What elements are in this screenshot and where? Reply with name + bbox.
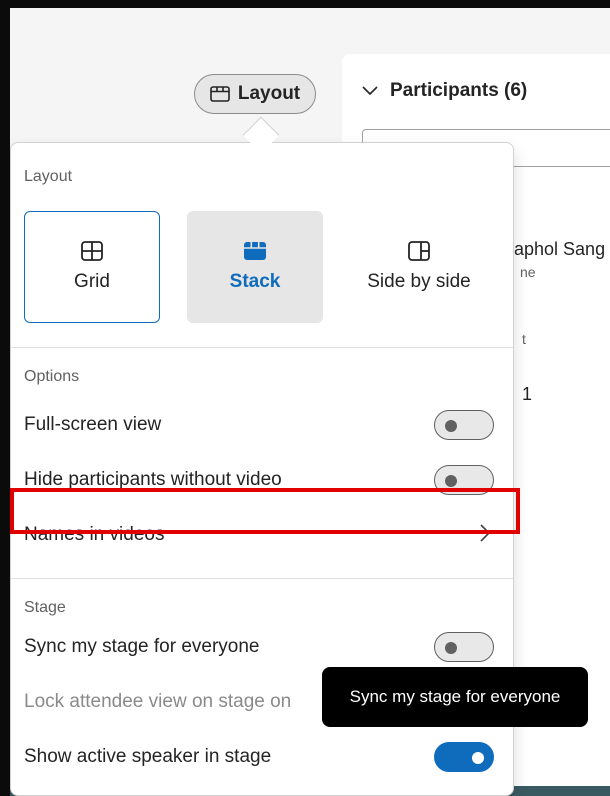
layout-option-grid[interactable]: Grid — [24, 211, 160, 323]
names-in-videos-option[interactable]: Names in videos — [24, 515, 494, 555]
layout-section-heading: Layout — [24, 168, 73, 185]
options-section-heading: Options — [24, 368, 80, 385]
toggle-knob — [472, 752, 484, 764]
stage-section-heading: Stage — [24, 599, 66, 616]
tooltip: Sync my stage for everyone — [322, 667, 588, 727]
sync-stage-toggle[interactable] — [434, 632, 494, 662]
layout-option-stack[interactable]: Stack — [187, 211, 323, 323]
hide-participants-label: Hide participants without video — [24, 469, 282, 490]
names-in-videos-label: Names in videos — [24, 524, 165, 545]
participant-name[interactable]: aphol Sang — [514, 239, 605, 260]
full-screen-view-toggle[interactable] — [434, 410, 494, 440]
participants-section-label: t — [522, 331, 526, 347]
layout-icon — [210, 86, 230, 102]
participants-count: 1 — [522, 384, 533, 404]
hide-participants-toggle[interactable] — [434, 465, 494, 495]
show-active-speaker-toggle[interactable] — [434, 742, 494, 772]
sync-stage-option[interactable]: Sync my stage for everyone — [24, 627, 494, 667]
layout-button-label: Layout — [237, 83, 301, 104]
participant-subtitle: ne — [520, 264, 536, 280]
toggle-knob — [445, 642, 457, 654]
full-screen-view-option[interactable]: Full-screen view — [24, 405, 494, 445]
side-by-side-icon — [408, 241, 430, 261]
section-divider — [11, 347, 513, 348]
section-divider — [11, 578, 513, 579]
participants-header[interactable]: Participants (6) — [362, 80, 527, 102]
chevron-right-icon — [480, 522, 491, 548]
layout-option-label: Side by side — [367, 271, 471, 292]
layout-button[interactable]: Layout — [194, 74, 316, 114]
meeting-window: Layout Participants (6) aphol Sang ne t … — [10, 8, 610, 796]
hide-participants-without-video-option[interactable]: Hide participants without video — [24, 460, 494, 500]
toggle-knob — [445, 475, 457, 487]
full-screen-view-label: Full-screen view — [24, 414, 162, 435]
layout-option-label: Grid — [74, 271, 110, 292]
show-active-speaker-label: Show active speaker in stage — [24, 746, 272, 767]
grid-icon — [81, 241, 103, 261]
lock-attendee-view-label: Lock attendee view on stage on — [24, 691, 292, 712]
stack-icon — [244, 242, 266, 260]
layout-option-side-by-side[interactable]: Side by side — [350, 211, 488, 323]
sync-stage-label: Sync my stage for everyone — [24, 636, 260, 657]
participants-title: Participants (6) — [390, 80, 528, 101]
chevron-down-icon — [362, 86, 378, 96]
layout-option-label: Stack — [229, 271, 281, 292]
show-active-speaker-option[interactable]: Show active speaker in stage — [24, 737, 494, 777]
toggle-knob — [445, 420, 457, 432]
